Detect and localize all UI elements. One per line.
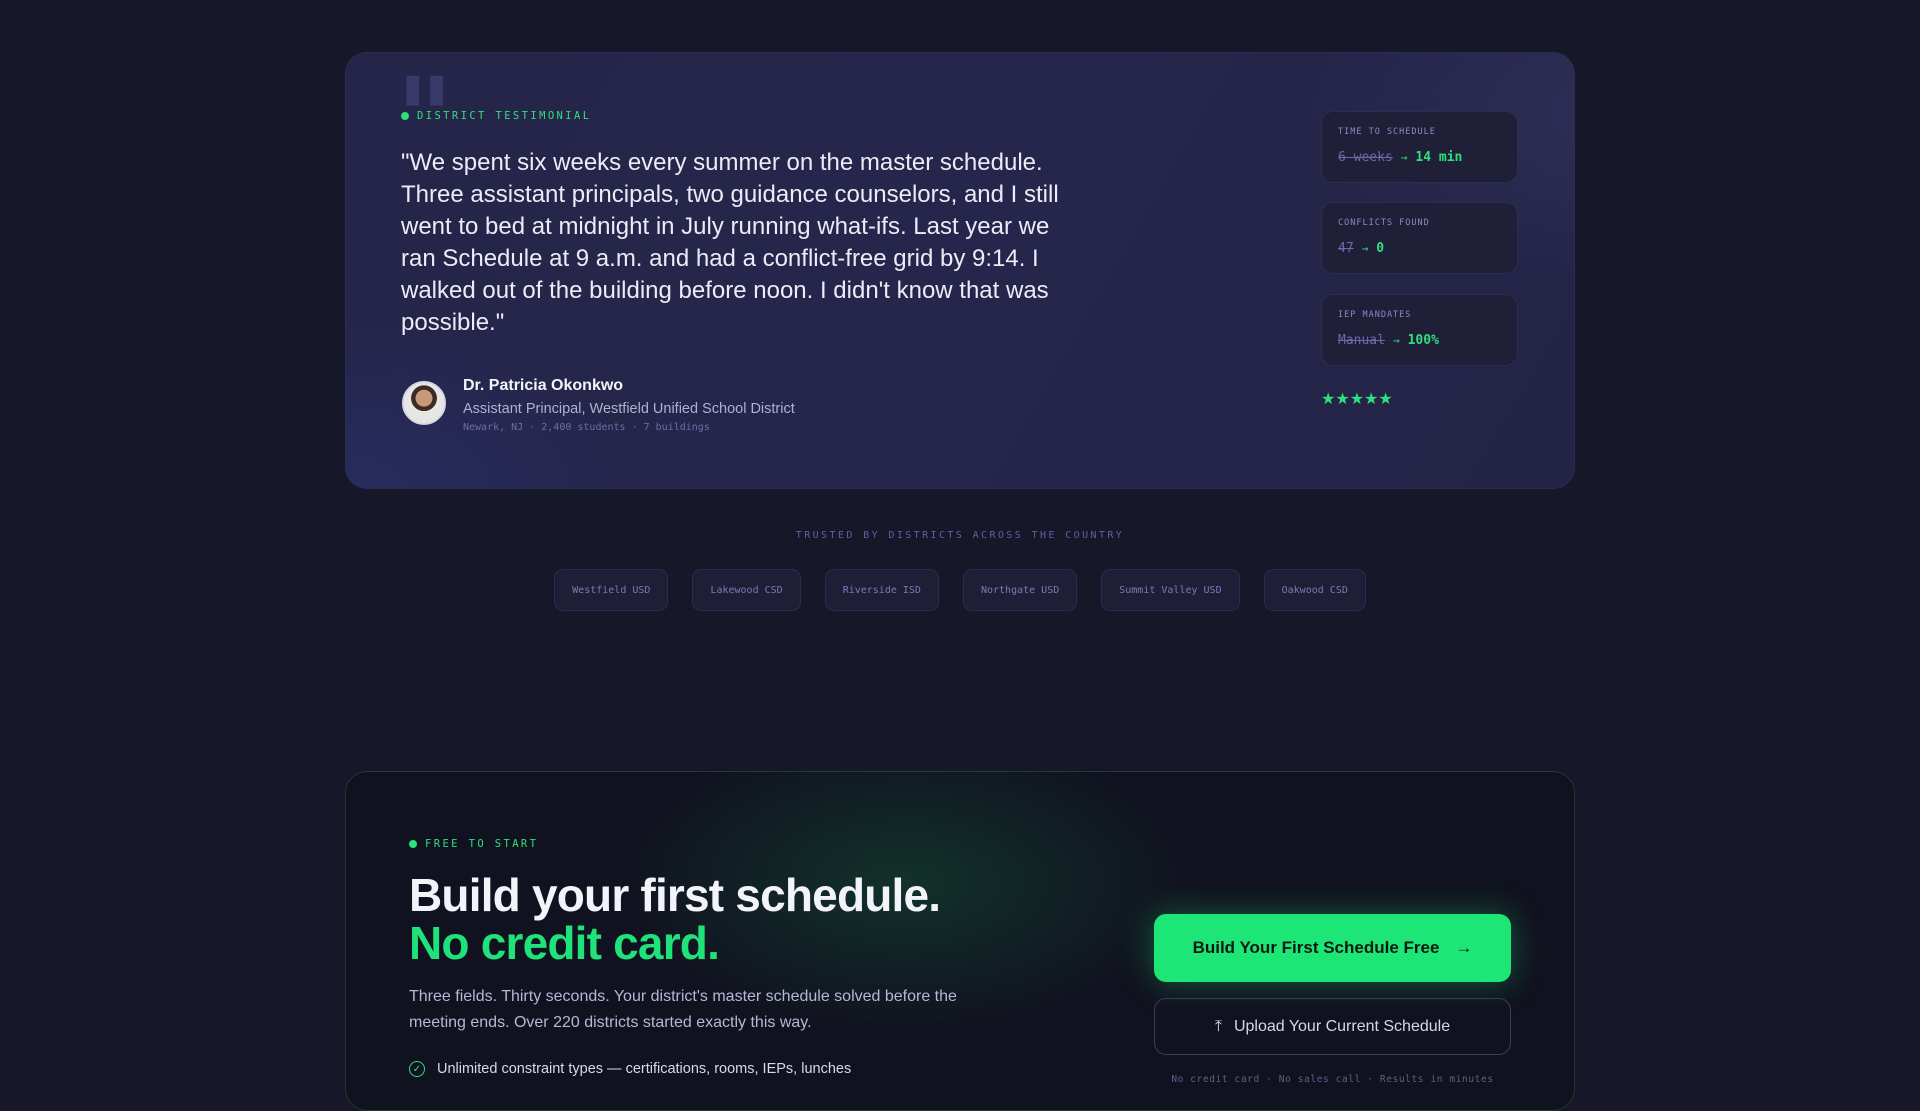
stat-iep-mandates: IEP MANDATES Manual → 100% — [1321, 294, 1518, 366]
testimonial-eyebrow: DISTRICT TESTIMONIAL — [401, 110, 591, 122]
stat-label: IEP MANDATES — [1338, 310, 1412, 320]
upload-schedule-button[interactable]: ⤒ Upload Your Current Schedule — [1154, 998, 1511, 1055]
testimonial-quote: "We spent six weeks every summer on the … — [401, 149, 1059, 336]
check-circle-icon: ✓ — [409, 1061, 425, 1077]
arrow-right-icon: → — [1400, 151, 1408, 164]
upload-icon: ⤒ — [1214, 1017, 1222, 1035]
feature-label: Unlimited constraint types — certificati… — [437, 1061, 852, 1077]
build-schedule-button-label: Build Your First Schedule Free — [1192, 938, 1440, 957]
stat-new-value: 0 — [1376, 241, 1385, 256]
trusted-label: TRUSTED BY DISTRICTS ACROSS THE COUNTRY — [795, 530, 1125, 541]
status-dot-icon — [401, 112, 409, 120]
status-dot-icon — [409, 840, 417, 848]
district-logo-row: Westfield USD Lakewood CSD Riverside ISD… — [0, 569, 1920, 611]
author-meta: Newark, NJ · 2,400 students · 7 building… — [463, 422, 710, 433]
district-pill: Riverside ISD — [824, 569, 939, 611]
stat-value: Manual → 100% — [1338, 333, 1439, 348]
stat-old-value: 6 weeks — [1338, 150, 1393, 165]
testimonial-author: Dr. Patricia Okonkwo Assistant Principal… — [402, 377, 795, 433]
avatar — [402, 381, 446, 425]
build-schedule-button[interactable]: Build Your First Schedule Free → — [1154, 914, 1511, 982]
stat-old-value: Manual — [1338, 333, 1385, 348]
stat-conflicts-found: CONFLICTS FOUND 47 → 0 — [1321, 202, 1518, 274]
cta-description: Three fields. Thirty seconds. Your distr… — [409, 988, 957, 1031]
arrow-right-icon: → — [1455, 938, 1473, 957]
feature-item: ✓ Unlimited constraint types — certifica… — [409, 1061, 851, 1077]
author-role: Assistant Principal, Westfield Unified S… — [463, 401, 795, 417]
testimonial-card: " DISTRICT TESTIMONIAL "We spent six wee… — [345, 52, 1575, 489]
author-details: Dr. Patricia Okonkwo Assistant Principal… — [463, 377, 795, 433]
stat-value: 47 → 0 — [1338, 241, 1384, 256]
cta-title: Build your first schedule. No credit car… — [409, 869, 941, 969]
star-rating-icon: ★★★★★ — [1321, 391, 1393, 408]
stat-time-to-schedule: TIME TO SCHEDULE 6 weeks → 14 min — [1321, 111, 1518, 183]
cta-eyebrow: FREE TO START — [409, 838, 538, 850]
district-pill: Westfield USD — [554, 569, 669, 611]
stat-label: TIME TO SCHEDULE — [1338, 127, 1436, 137]
stat-label: CONFLICTS FOUND — [1338, 218, 1430, 228]
upload-schedule-button-label: Upload Your Current Schedule — [1233, 1017, 1451, 1035]
cta-title-line1: Build your first schedule. — [409, 869, 941, 921]
cta-eyebrow-label: FREE TO START — [425, 838, 539, 850]
arrow-right-icon: → — [1361, 242, 1369, 255]
stat-new-value: 100% — [1407, 333, 1439, 348]
district-pill: Lakewood CSD — [692, 569, 801, 611]
district-pill: Summit Valley USD — [1101, 569, 1240, 611]
stat-value: 6 weeks → 14 min — [1338, 150, 1462, 165]
author-name: Dr. Patricia Okonkwo — [463, 377, 624, 394]
cta-card: FREE TO START Build your first schedule.… — [345, 771, 1575, 1111]
stat-new-value: 14 min — [1415, 150, 1463, 165]
arrow-right-icon: → — [1392, 334, 1400, 347]
district-pill: Northgate USD — [962, 569, 1078, 611]
stat-old-value: 47 — [1338, 241, 1354, 256]
district-pill: Oakwood CSD — [1263, 569, 1366, 611]
testimonial-eyebrow-label: DISTRICT TESTIMONIAL — [417, 110, 592, 122]
cta-title-line2: No credit card. — [409, 917, 720, 969]
